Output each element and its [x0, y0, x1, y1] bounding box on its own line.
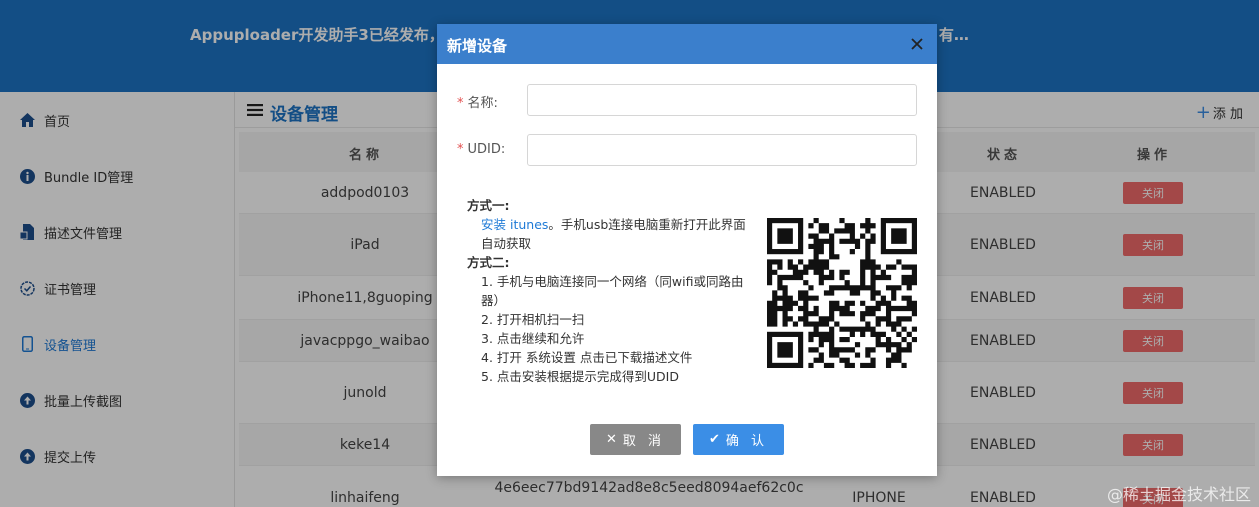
- method1-heading: 方式一:: [467, 198, 510, 213]
- close-icon[interactable]: [909, 36, 925, 52]
- method2-step: 5. 点击安装根据提示完成得到UDID: [481, 369, 679, 384]
- name-field-label: * 名称:: [457, 96, 498, 111]
- check-icon: ✔: [708, 432, 720, 447]
- udid-field-label: * UDID:: [457, 142, 506, 157]
- qr-code: [767, 218, 917, 368]
- add-device-dialog: 新增设备 * 名称: * UDID: 方式一: 安装 itunes。手机usb连接电…: [437, 24, 937, 476]
- method2-step: 3. 点击继续和允许: [481, 331, 585, 346]
- install-itunes-link[interactable]: 安装 itunes: [481, 217, 548, 232]
- name-input[interactable]: [527, 84, 917, 116]
- cancel-button[interactable]: ✕ 取 消: [590, 424, 681, 455]
- watermark: @稀土掘金技术社区: [1106, 485, 1251, 504]
- dialog-header: 新增设备: [437, 24, 937, 64]
- method1-text: 安装 itunes。手机usb连接电脑重新打开此界面自动获取: [481, 217, 746, 251]
- method2-heading: 方式二:: [467, 255, 510, 270]
- dialog-title: 新增设备: [447, 37, 508, 55]
- udid-input[interactable]: [527, 134, 917, 166]
- close-icon: ✕: [605, 432, 617, 447]
- udid-instructions: 方式一: 安装 itunes。手机usb连接电脑重新打开此界面自动获取 方式二:…: [467, 196, 757, 386]
- confirm-button[interactable]: ✔ 确 认: [693, 424, 784, 455]
- method2-step: 1. 手机与电脑连接同一个网络（同wifi或同路由器）: [481, 274, 744, 308]
- method2-step: 4. 打开 系统设置 点击已下载描述文件: [481, 350, 693, 365]
- method2-step: 2. 打开相机扫一扫: [481, 312, 585, 327]
